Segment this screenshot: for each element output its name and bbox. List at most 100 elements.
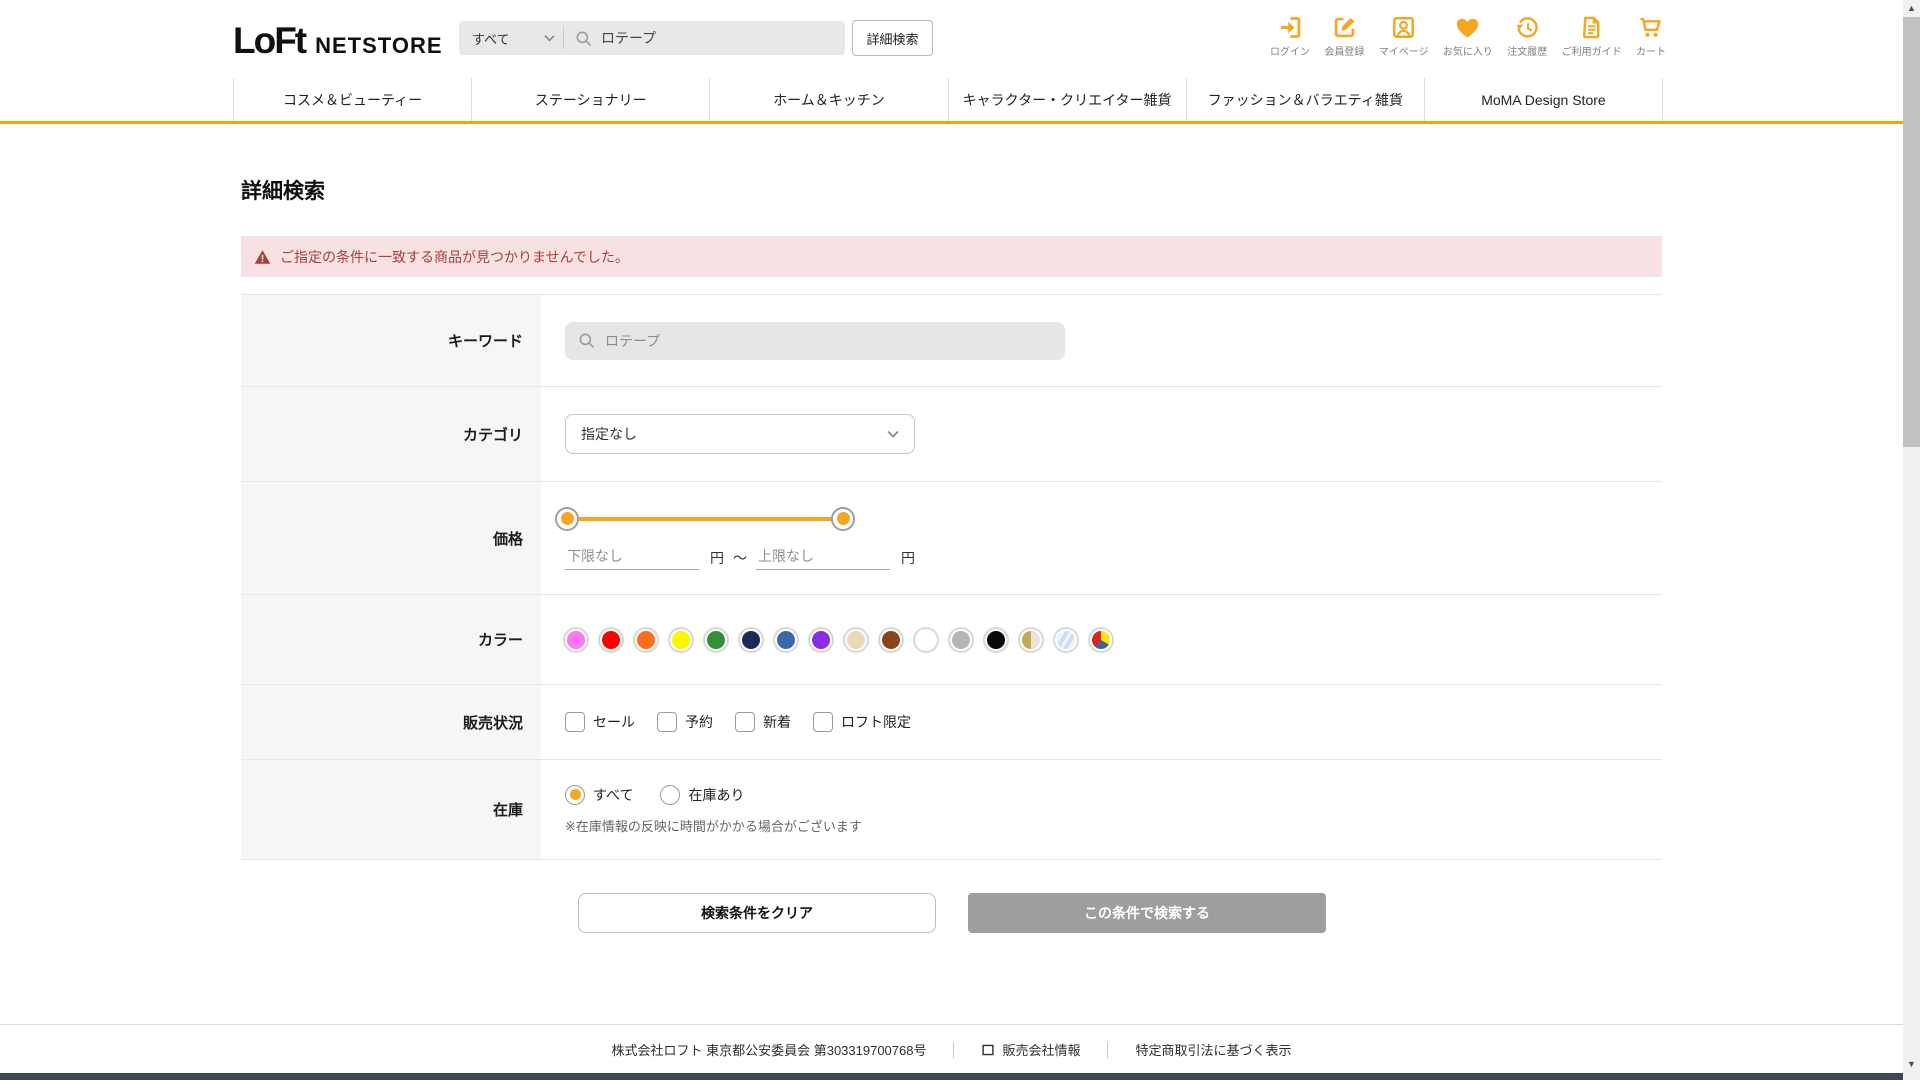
- nav-item-fashion-variety[interactable]: ファッション＆バラエティ雑貨: [1185, 78, 1424, 121]
- nav-item-character-goods[interactable]: キャラクター・クリエイター雑貨: [947, 78, 1186, 121]
- form-actions: 検索条件をクリア この条件で検索する: [578, 893, 1662, 933]
- order-history-button[interactable]: 注文履歴: [1507, 14, 1547, 58]
- login-button[interactable]: ログイン: [1270, 14, 1310, 58]
- price-range-separator: ～: [733, 549, 747, 566]
- radio-stock-in-stock[interactable]: 在庫あり: [660, 784, 744, 805]
- color-swatch-gold-silver[interactable]: [1020, 628, 1042, 651]
- price-max-input[interactable]: [756, 545, 890, 570]
- cart-icon: [1640, 17, 1662, 37]
- keyword-input[interactable]: ロテープ: [565, 321, 1065, 360]
- color-swatch-pink[interactable]: [565, 628, 587, 651]
- form-row-color: カラー: [241, 595, 1662, 685]
- footer-link-commerce-law[interactable]: 特定商取引法に基づく表示: [1135, 1040, 1291, 1059]
- color-swatch-white[interactable]: [915, 628, 937, 651]
- price-slider-track: [567, 516, 843, 521]
- logo-store-text: NETSTORE: [315, 33, 443, 58]
- checkbox-sale[interactable]: セール: [565, 712, 635, 732]
- cart-label: カート: [1635, 47, 1666, 58]
- color-swatch-beige[interactable]: [845, 628, 867, 651]
- search-category-dropdown[interactable]: すべて: [459, 29, 563, 48]
- category-select[interactable]: 指定なし: [565, 414, 915, 454]
- color-swatch-multicolor[interactable]: [1090, 628, 1112, 651]
- color-swatch-black[interactable]: [985, 628, 1007, 651]
- color-swatch-yellow[interactable]: [670, 628, 692, 651]
- header: LoFt NETSTORE すべて ロテープ 詳細検索 ログイン 会員登録 マイ…: [0, 0, 1920, 78]
- checkbox-icon: [565, 712, 585, 732]
- nav-item-cosmetics[interactable]: コスメ＆ビューティー: [233, 78, 471, 121]
- color-swatch-list: [565, 628, 1112, 651]
- chevron-down-icon: [887, 430, 899, 438]
- checkbox-loft-exclusive[interactable]: ロフト限定: [813, 712, 911, 732]
- radio-stock-all[interactable]: すべて: [565, 784, 634, 805]
- form-row-price: 価格 円 ～ 円: [241, 482, 1662, 595]
- color-swatch-orange[interactable]: [635, 628, 657, 651]
- scrollbar-thumb[interactable]: [1903, 17, 1920, 447]
- no-results-alert: ご指定の条件に一致する商品が見つかりませんでした。: [241, 236, 1662, 277]
- category-label: カテゴリ: [241, 387, 541, 481]
- color-swatch-clear[interactable]: [1055, 628, 1077, 651]
- stock-note: ※在庫情報の反映に時間がかかる場合がございます: [565, 818, 862, 834]
- header-search-group: すべて ロテープ 詳細検索: [459, 20, 933, 56]
- guide-button[interactable]: ご利用ガイド: [1562, 14, 1622, 58]
- color-swatch-green[interactable]: [705, 628, 727, 651]
- checkbox-loft-exclusive-label: ロフト限定: [841, 714, 911, 730]
- loft-logo[interactable]: LoFt NETSTORE: [233, 20, 443, 62]
- search-icon: [579, 333, 595, 349]
- header-search-box: すべて ロテープ: [459, 21, 845, 55]
- checkbox-icon: [813, 712, 833, 732]
- scrollbar-down-arrow[interactable]: ▼: [1903, 1056, 1920, 1072]
- cart-button[interactable]: カート: [1636, 14, 1666, 58]
- detail-search-button[interactable]: 詳細検索: [852, 20, 933, 56]
- search-with-conditions-button[interactable]: この条件で検索する: [968, 893, 1326, 933]
- form-row-stock: 在庫 すべて 在庫あり ※在庫情報の反映に時間がかかる場合がございます: [241, 760, 1662, 860]
- mypage-button[interactable]: マイページ: [1379, 14, 1429, 58]
- checkbox-new-arrival[interactable]: 新着: [735, 712, 791, 732]
- favorites-icon: [1457, 18, 1479, 38]
- nav-item-moma[interactable]: MoMA Design Store: [1423, 78, 1664, 121]
- nav-item-home-kitchen[interactable]: ホーム＆キッチン: [709, 78, 947, 121]
- order-history-label: 注文履歴: [1507, 47, 1548, 58]
- price-slider-max-handle[interactable]: [831, 506, 855, 531]
- price-min-unit: 円: [710, 549, 724, 566]
- company-icon: [982, 1044, 995, 1055]
- color-swatch-gray[interactable]: [950, 628, 972, 651]
- chevron-down-icon: [544, 35, 555, 42]
- color-swatch-blue[interactable]: [775, 628, 797, 651]
- price-slider-min-handle[interactable]: [555, 506, 579, 531]
- checkbox-icon: [735, 712, 755, 732]
- footer-divider: [953, 1041, 955, 1058]
- radio-stock-all-label: すべて: [593, 786, 634, 803]
- price-range-slider: [555, 506, 855, 531]
- form-row-sales-status: 販売状況 セール 予約 新着 ロフト限定: [241, 685, 1662, 760]
- header-utility-menu: ログイン 会員登録 マイページ お気に入り 注文履歴 ご利用ガイド カート: [1270, 14, 1666, 58]
- checkbox-new-arrival-label: 新着: [763, 714, 791, 730]
- search-category-value: すべて: [472, 31, 510, 47]
- checkbox-preorder[interactable]: 予約: [657, 712, 713, 732]
- login-icon: [1280, 17, 1300, 38]
- price-max-unit: 円: [901, 549, 915, 566]
- color-swatch-brown[interactable]: [880, 628, 902, 651]
- register-button[interactable]: 会員登録: [1324, 14, 1364, 58]
- no-results-message: ご指定の条件に一致する商品が見つかりませんでした。: [280, 248, 629, 265]
- browser-scrollbar[interactable]: ▲ ▼: [1903, 0, 1920, 1080]
- color-swatch-red[interactable]: [600, 628, 622, 651]
- nav-item-stationery[interactable]: ステーショナリー: [471, 78, 709, 121]
- stock-label: 在庫: [241, 760, 541, 859]
- clear-conditions-button[interactable]: 検索条件をクリア: [578, 893, 936, 933]
- color-swatch-purple[interactable]: [810, 628, 832, 651]
- header-search-input[interactable]: ロテープ: [564, 28, 845, 48]
- price-min-input[interactable]: [565, 545, 699, 570]
- mypage-label: マイページ: [1378, 47, 1429, 58]
- search-form: キーワード ロテープ カテゴリ 指定なし 価格 下限なし 円 ～ 上限なし 円 …: [241, 294, 1662, 860]
- favorites-button[interactable]: お気に入り: [1443, 14, 1493, 58]
- footer-link-commerce-law-label: 特定商取引法に基づく表示: [1135, 1043, 1292, 1058]
- sales-status-label: 販売状況: [241, 685, 541, 759]
- color-swatch-navy[interactable]: [740, 628, 762, 651]
- checkbox-sale-label: セール: [593, 714, 635, 730]
- keyword-value: ロテープ: [605, 332, 661, 349]
- category-selected-value: 指定なし: [581, 426, 637, 442]
- favorites-label: お気に入り: [1442, 47, 1493, 58]
- scrollbar-up-arrow[interactable]: ▲: [1903, 0, 1920, 16]
- footer-link-company-info[interactable]: 販売会社情報: [981, 1040, 1080, 1059]
- loft-netstore-advanced-search-page: LoFt NETSTORE すべて ロテープ 詳細検索 ログイン 会員登録 マイ…: [0, 0, 1920, 1080]
